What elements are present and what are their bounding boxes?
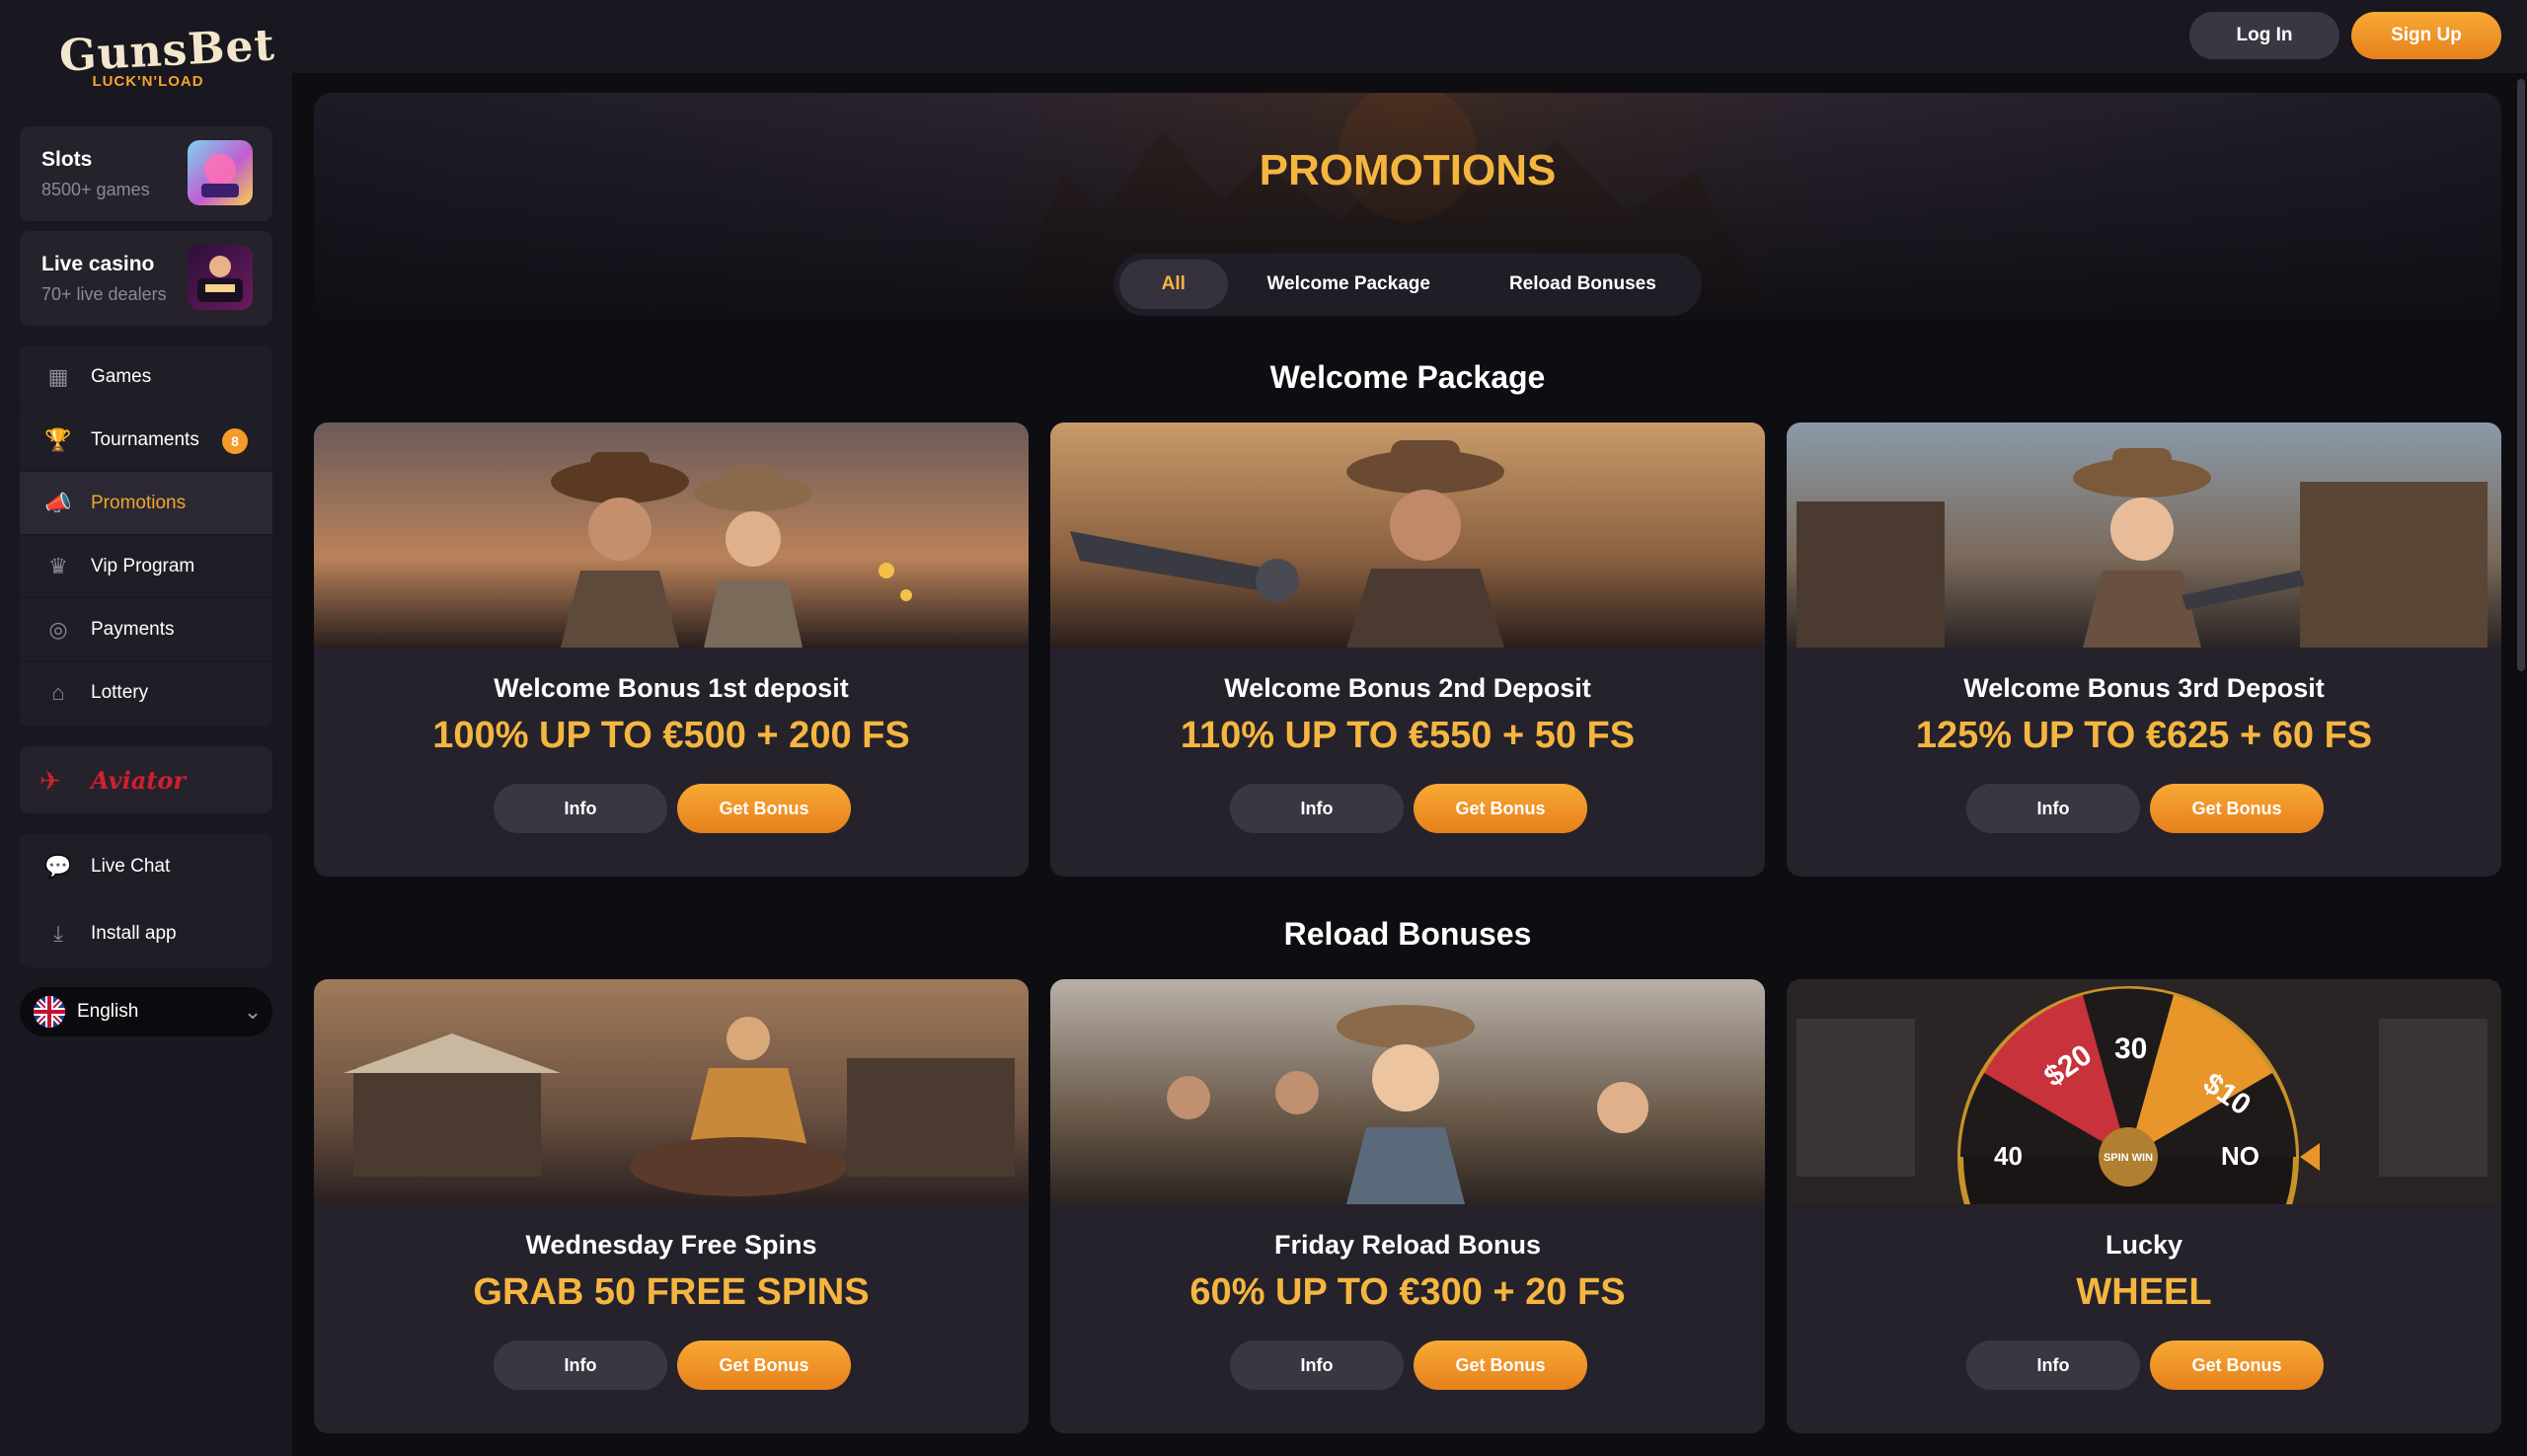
promo-card: $20 30 $10 40 NO SPIN WIN Lucky WHEEL In…: [1787, 979, 2501, 1433]
info-button[interactable]: Info: [494, 784, 667, 833]
promo-card-image: [314, 979, 1029, 1204]
promo-card-title: Lucky: [2105, 1230, 2183, 1260]
games-icon: ▦: [47, 363, 69, 389]
promo-card: Wednesday Free Spins GRAB 50 FREE SPINS …: [314, 979, 1029, 1433]
info-button[interactable]: Info: [1230, 1341, 1404, 1390]
promo-card-image: [314, 422, 1029, 648]
sidebar-item-tournaments[interactable]: 🏆 Tournaments 8: [20, 409, 272, 472]
vip-icon: ♛: [48, 553, 68, 578]
category-title: Slots: [41, 148, 93, 171]
support-links: 💬 Live Chat ⤓ Install app: [20, 833, 272, 967]
language-selector[interactable]: English ⌄: [20, 987, 272, 1036]
get-bonus-button[interactable]: Get Bonus: [1414, 1341, 1587, 1390]
payments-icon: ◎: [48, 616, 68, 642]
promotion-filter-tabs: All Welcome Package Reload Bonuses: [1113, 253, 1702, 316]
promo-card: Welcome Bonus 3rd Deposit 125% UP TO €62…: [1787, 422, 2501, 877]
brand-logo-wordmark: GunsBet: [57, 20, 276, 82]
section-title-welcome-package: Welcome Package: [1269, 359, 1546, 395]
sidebar-item-lottery[interactable]: ⌂ Lottery: [20, 661, 272, 725]
tab-reload-bonuses[interactable]: Reload Bonuses: [1470, 260, 1696, 309]
sidebar-category-live-casino[interactable]: Live casino 70+ live dealers: [20, 231, 272, 326]
page-title: PROMOTIONS: [1259, 146, 1557, 194]
chat-icon: 💬: [44, 854, 72, 879]
promo-card: Welcome Bonus 2nd Deposit 110% UP TO €55…: [1050, 422, 1765, 877]
sidebar-item-label: Promotions: [91, 492, 187, 513]
sidebar: GunsBet LUCK'N'LOAD Slots 8500+ games Li…: [0, 0, 292, 1456]
trophy-icon: 🏆: [44, 426, 72, 452]
sidebar-item-label: Tournaments: [91, 428, 199, 450]
promo-card-offer: 110% UP TO €550 + 50 FS: [1180, 715, 1636, 756]
promo-card-title: Friday Reload Bonus: [1273, 1230, 1542, 1260]
promo-card-title: Welcome Bonus 3rd Deposit: [1963, 673, 2325, 703]
sidebar-item-label: Payments: [91, 618, 175, 640]
app-root: GunsBet LUCK'N'LOAD Slots 8500+ games Li…: [0, 0, 2527, 1456]
aviator-game-link[interactable]: ✈ Aviator: [20, 746, 272, 813]
sidebar-category-slots[interactable]: Slots 8500+ games: [20, 126, 272, 221]
sidebar-item-promotions[interactable]: 📣 Promotions: [20, 472, 272, 535]
promo-card-title: Wednesday Free Spins: [525, 1230, 817, 1260]
install-app-label: Install app: [91, 923, 177, 944]
section-title-reload-bonuses: Reload Bonuses: [1283, 916, 1532, 952]
login-button[interactable]: Log In: [2189, 12, 2339, 59]
tab-welcome-package[interactable]: Welcome Package: [1228, 260, 1470, 309]
promo-card: Friday Reload Bonus 60% UP TO €300 + 20 …: [1050, 979, 1765, 1433]
tournaments-count-badge: 8: [222, 428, 248, 454]
install-app-link[interactable]: ⤓ Install app: [20, 900, 272, 967]
tab-all[interactable]: All: [1119, 260, 1228, 309]
promo-card-offer: 100% UP TO €500 + 200 FS: [432, 715, 910, 756]
info-button[interactable]: Info: [1230, 784, 1404, 833]
chevron-down-icon: ⌄: [243, 999, 263, 1024]
sidebar-item-vip-program[interactable]: ♛ Vip Program: [20, 535, 272, 598]
category-subtitle: 8500+ games: [41, 180, 150, 199]
promo-card-offer: WHEEL: [2076, 1271, 2212, 1313]
promo-card: Welcome Bonus 1st deposit 100% UP TO €50…: [314, 422, 1029, 877]
promo-card-title: Welcome Bonus 2nd Deposit: [1224, 673, 1591, 703]
get-bonus-button[interactable]: Get Bonus: [677, 784, 851, 833]
slots-thumbnail: [188, 140, 253, 205]
signup-button[interactable]: Sign Up: [2351, 12, 2501, 59]
live-chat-link[interactable]: 💬 Live Chat: [20, 833, 272, 900]
lottery-icon: ⌂: [51, 680, 65, 705]
sidebar-nav: ▦ Games 🏆 Tournaments 8 📣 Promotions ♛ V…: [20, 345, 272, 727]
promo-card-offer: GRAB 50 FREE SPINS: [473, 1271, 870, 1313]
sidebar-item-label: Vip Program: [91, 555, 195, 576]
plane-icon: ✈: [39, 766, 61, 796]
category-title: Live casino: [41, 253, 155, 275]
promo-card-image: $20 30 $10 40 NO SPIN WIN: [1787, 979, 2501, 1204]
get-bonus-button[interactable]: Get Bonus: [1414, 784, 1587, 833]
promo-card-offer: 125% UP TO €625 + 60 FS: [1915, 715, 2373, 756]
get-bonus-button[interactable]: Get Bonus: [677, 1341, 851, 1390]
category-subtitle: 70+ live dealers: [41, 284, 167, 304]
wheel-segment-label: NO: [2221, 1141, 2259, 1171]
info-button[interactable]: Info: [1966, 1341, 2140, 1390]
uk-flag-icon: [34, 996, 65, 1028]
promo-card-offer: 60% UP TO €300 + 20 FS: [1189, 1271, 1626, 1313]
megaphone-icon: 📣: [44, 490, 72, 515]
wheel-segment-label: 30: [2114, 1033, 2147, 1065]
get-bonus-button[interactable]: Get Bonus: [2150, 784, 2324, 833]
live-casino-thumbnail: [188, 245, 253, 310]
page-scrollbar[interactable]: [2517, 79, 2525, 671]
promo-card-image: [1050, 422, 1765, 648]
get-bonus-button[interactable]: Get Bonus: [2150, 1341, 2324, 1390]
aviator-label: Aviator: [91, 766, 186, 795]
brand-logo[interactable]: GunsBet LUCK'N'LOAD: [58, 20, 276, 95]
sidebar-item-label: Lottery: [91, 682, 149, 703]
promo-card-image: [1787, 422, 2501, 648]
sidebar-item-games[interactable]: ▦ Games: [20, 345, 272, 409]
info-button[interactable]: Info: [1966, 784, 2140, 833]
promo-card-title: Welcome Bonus 1st deposit: [494, 673, 849, 703]
sidebar-item-payments[interactable]: ◎ Payments: [20, 598, 272, 661]
promo-card-image: [1050, 979, 1765, 1204]
sidebar-item-label: Games: [91, 365, 152, 387]
live-chat-label: Live Chat: [91, 856, 171, 877]
language-label: English: [77, 1001, 139, 1022]
wheel-segment-label: 40: [1994, 1141, 2023, 1171]
info-button[interactable]: Info: [494, 1341, 667, 1390]
wheel-center-label: SPIN WIN: [2104, 1152, 2153, 1164]
download-icon: ⤓: [53, 921, 63, 946]
lucky-wheel-art: $20 30 $10 40 NO SPIN WIN: [1787, 979, 2501, 1204]
promotions-hero-banner: PROMOTIONS All Welcome Package Reload Bo…: [314, 93, 2501, 320]
